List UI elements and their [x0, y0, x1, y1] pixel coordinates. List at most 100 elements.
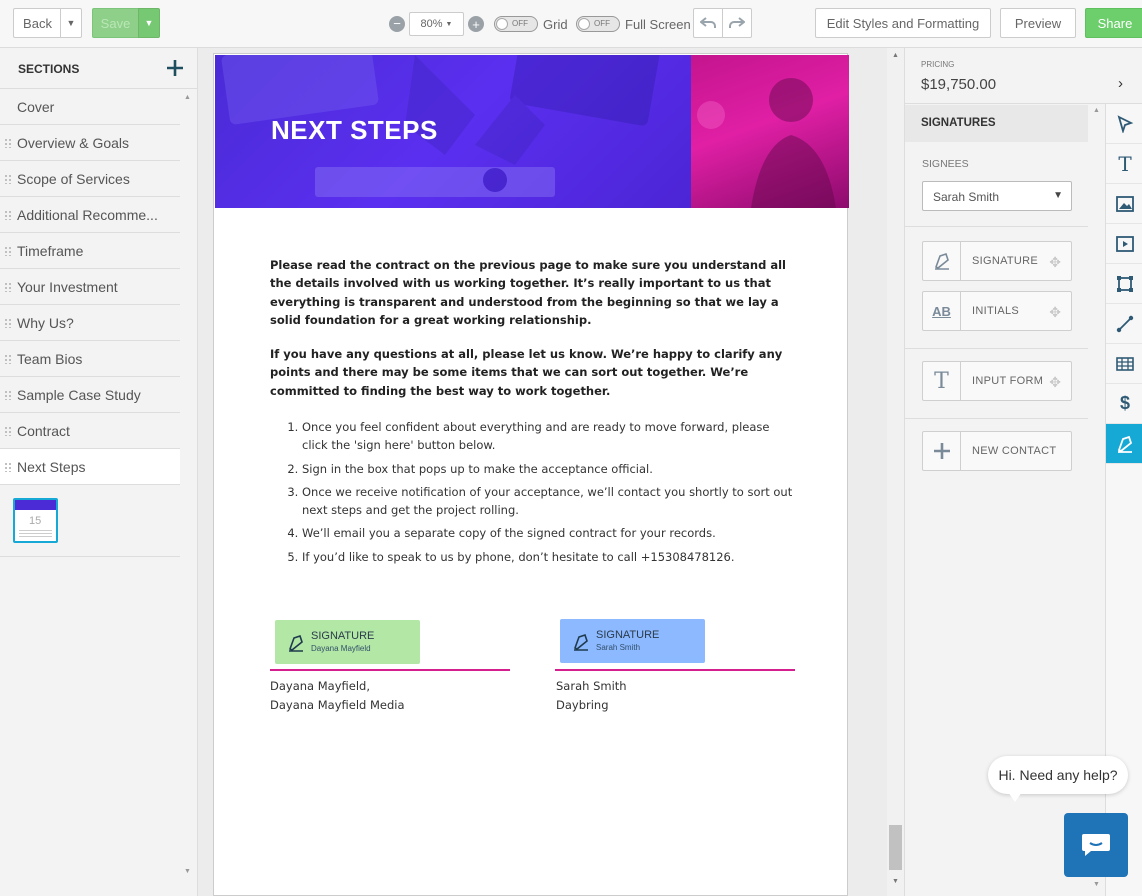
sidebar-item-timeframe[interactable]: Timeframe	[0, 233, 180, 269]
sidebar-item-team-bios[interactable]: Team Bios	[0, 341, 180, 377]
caret-down-icon: ▼	[445, 20, 453, 28]
tool-video[interactable]	[1106, 224, 1142, 264]
scroll-up-arrow[interactable]: ▲	[892, 52, 899, 59]
zoom-select[interactable]: 80% ▼	[409, 12, 464, 36]
document-page[interactable]: NEXT STEPS Please read the contract on t…	[213, 53, 849, 896]
sidebar-item-next-steps[interactable]: Next Steps	[0, 449, 180, 485]
sidebar-item-label: Overview & Goals	[17, 134, 130, 151]
save-label: Save	[100, 15, 131, 31]
sidebar-item-overview-goals[interactable]: Overview & Goals	[0, 125, 180, 161]
list-item: Sign in the box that pops up to make the…	[302, 460, 796, 478]
sidebar-item-scope-of-services[interactable]: Scope of Services	[0, 161, 180, 197]
back-dropdown-button[interactable]: ▼	[60, 8, 82, 38]
drag-handle-icon[interactable]	[4, 174, 12, 184]
signature-field-dayana[interactable]: SIGNATURE Dayana Mayfield	[275, 620, 420, 664]
sidebar-item-label: Why Us?	[17, 314, 74, 331]
pricing-summary[interactable]: PRICING $19,750.00 ›	[905, 48, 1142, 104]
toggle-knob	[578, 18, 590, 30]
tool-text[interactable]: T	[1106, 144, 1142, 184]
signee-select[interactable]: Sarah Smith ▼	[922, 181, 1072, 211]
header-banner-image[interactable]: NEXT STEPS	[215, 55, 849, 208]
add-section-button[interactable]	[164, 57, 186, 79]
drag-handle-icon[interactable]	[4, 138, 12, 148]
caret-down-icon: ▼	[1053, 190, 1063, 201]
list-item: We’ll email you a separate copy of the s…	[302, 524, 796, 542]
tool-shape[interactable]	[1106, 264, 1142, 304]
back-button[interactable]: Back	[13, 8, 61, 38]
save-button[interactable]: Save	[92, 8, 139, 38]
sidebar-item-sample-case-study[interactable]: Sample Case Study	[0, 377, 180, 413]
sections-header: SECTIONS	[0, 48, 198, 89]
add-signature-button[interactable]: SIGNATURE ✥	[922, 241, 1072, 281]
zoom-out-button[interactable]: −	[389, 16, 405, 32]
undo-button[interactable]	[693, 8, 723, 38]
dollar-icon: $	[1119, 393, 1130, 413]
shape-icon	[1117, 275, 1133, 292]
sidebar-item-contract[interactable]: Contract	[0, 413, 180, 449]
sidebar-item-cover[interactable]: Cover	[0, 89, 180, 125]
line-icon	[1116, 315, 1134, 332]
scroll-up-arrow[interactable]: ▲	[1093, 107, 1100, 114]
scroll-down-arrow[interactable]: ▼	[892, 878, 899, 885]
share-button[interactable]: Share	[1085, 8, 1142, 38]
edit-styles-button[interactable]: Edit Styles and Formatting	[815, 8, 991, 38]
tool-line[interactable]	[1106, 304, 1142, 344]
grid-label: Grid	[543, 17, 568, 32]
tool-image[interactable]	[1106, 184, 1142, 224]
sidebar-scroll-up[interactable]: ▲	[184, 94, 191, 101]
chevron-right-icon: ›	[1118, 75, 1123, 92]
add-initials-button[interactable]: AB INITIALS ✥	[922, 291, 1072, 331]
pricing-label: PRICING	[921, 60, 955, 69]
signature-line	[555, 669, 795, 671]
canvas-scrollbar[interactable]: ▲ ▼	[887, 48, 904, 896]
sidebar-scroll-down[interactable]: ▼	[184, 868, 191, 875]
initials-icon: AB	[923, 292, 961, 330]
drag-handle-icon[interactable]	[4, 318, 12, 328]
tool-pricing[interactable]: $	[1106, 384, 1142, 424]
minus-icon: −	[393, 16, 401, 31]
pen-icon	[923, 242, 961, 280]
drag-handle-icon[interactable]	[4, 246, 12, 256]
redo-button[interactable]	[722, 8, 752, 38]
drag-handle-icon[interactable]	[4, 426, 12, 436]
drag-handle-icon[interactable]	[4, 282, 12, 292]
page-thumbnail[interactable]: 15	[13, 498, 58, 543]
signer-name: Sarah Smith	[556, 679, 627, 693]
zoom-in-button[interactable]: +	[468, 16, 484, 32]
new-contact-button[interactable]: NEW CONTACT	[922, 431, 1072, 471]
edit-styles-label: Edit Styles and Formatting	[826, 15, 980, 31]
sidebar-item-your-investment[interactable]: Your Investment	[0, 269, 180, 305]
drag-handle-icon[interactable]	[4, 462, 12, 472]
scrollbar-thumb[interactable]	[889, 825, 902, 870]
sidebar-item-label: Your Investment	[17, 278, 118, 295]
chat-bubble[interactable]: Hi. Need any help?	[988, 756, 1128, 794]
divider	[905, 418, 1088, 419]
sidebar-item-label: Additional Recomme...	[17, 206, 158, 223]
sidebar-item-additional-recommendations[interactable]: Additional Recomme...	[0, 197, 180, 233]
drag-handle-icon[interactable]	[4, 390, 12, 400]
initials-button-label: INITIALS	[972, 305, 1020, 317]
chat-launcher-button[interactable]	[1064, 813, 1128, 877]
text-icon: T	[1118, 151, 1132, 176]
fullscreen-toggle[interactable]: OFF	[576, 16, 620, 32]
sidebar-item-label: Sample Case Study	[17, 386, 141, 403]
sidebar-item-why-us[interactable]: Why Us?	[0, 305, 180, 341]
people-photo-illustration	[697, 78, 836, 208]
drag-handle-icon[interactable]	[4, 354, 12, 364]
scroll-down-arrow[interactable]: ▼	[1093, 881, 1100, 888]
add-input-form-button[interactable]: T INPUT FORM ✥	[922, 361, 1072, 401]
grid-toggle[interactable]: OFF	[494, 16, 538, 32]
tool-table[interactable]	[1106, 344, 1142, 384]
drag-handle-icon[interactable]	[4, 210, 12, 220]
tool-select[interactable]	[1106, 104, 1142, 144]
tool-signature[interactable]	[1106, 424, 1142, 464]
sidebar-item-label: Team Bios	[17, 350, 83, 367]
questions-paragraph: If you have any questions at all, please…	[270, 347, 783, 398]
new-contact-button-label: NEW CONTACT	[972, 445, 1057, 457]
list-item: If you’d like to speak to us by phone, d…	[302, 548, 796, 566]
zoom-value: 80%	[420, 18, 443, 30]
save-dropdown-button[interactable]: ▼	[138, 8, 160, 38]
signatures-heading: SIGNATURES	[921, 117, 996, 129]
preview-button[interactable]: Preview	[1000, 8, 1076, 38]
signature-field-sarah[interactable]: SIGNATURE Sarah Smith	[560, 619, 705, 663]
